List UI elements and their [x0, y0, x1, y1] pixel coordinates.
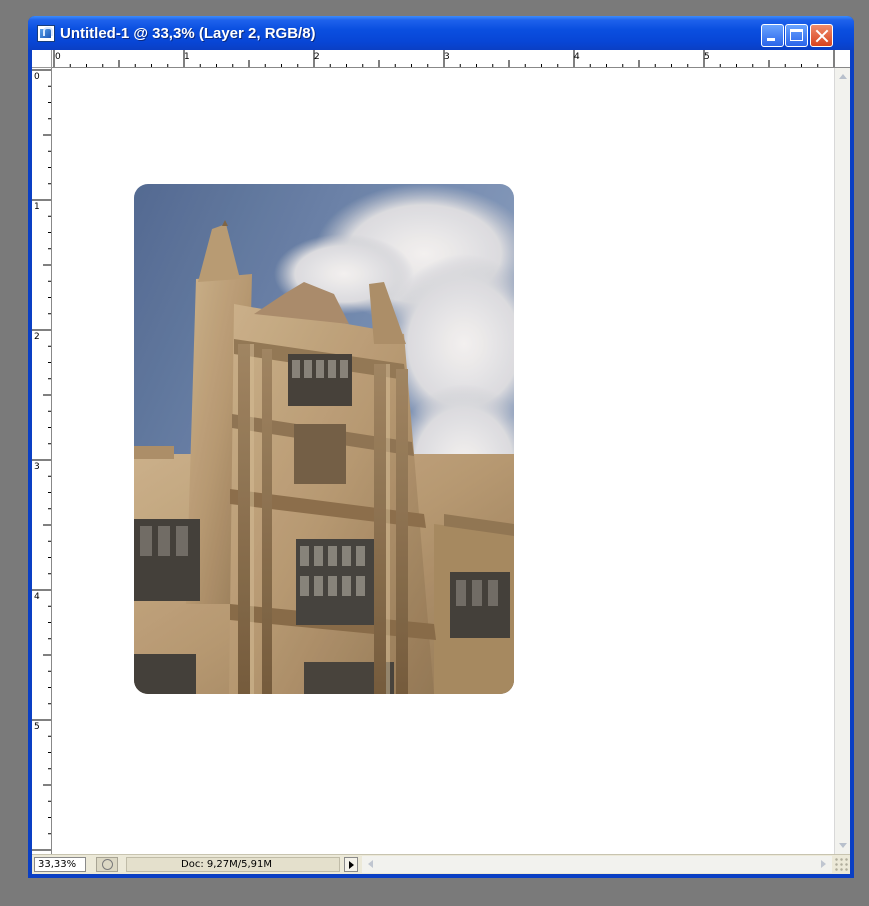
ruler-label: 1	[34, 202, 40, 212]
title-bar[interactable]: Untitled-1 @ 33,3% (Layer 2, RGB/8)	[28, 16, 854, 50]
ruler-label: 0	[34, 72, 40, 82]
ruler-label: 4	[34, 592, 40, 602]
vertical-ruler[interactable]: 0 1 2 3 4 5	[32, 68, 52, 854]
tower-photo-image	[134, 184, 514, 694]
layer-photo[interactable]	[134, 184, 514, 694]
zoom-level-field[interactable]: 33,33%	[34, 857, 86, 872]
ruler-label: 3	[34, 462, 40, 472]
status-indicator-icon[interactable]	[96, 857, 118, 872]
ruler-label: 1	[184, 52, 190, 62]
vertical-scrollbar[interactable]	[834, 68, 850, 854]
ruler-origin-corner[interactable]	[32, 50, 52, 68]
window-title: Untitled-1 @ 33,3% (Layer 2, RGB/8)	[60, 25, 316, 42]
ruler-label: 0	[55, 52, 61, 62]
status-menu-arrow-button[interactable]	[344, 857, 358, 872]
photoshop-document-icon[interactable]	[37, 25, 55, 42]
scroll-down-arrow-icon[interactable]	[836, 838, 850, 852]
ruler-label: 5	[34, 722, 40, 732]
ruler-label: 5	[704, 52, 710, 62]
ruler-label: 2	[314, 52, 320, 62]
horizontal-ruler[interactable]: 0 1 2 3 4 5	[52, 50, 850, 68]
vertical-ruler-ticks: 0 1 2 3 4 5	[32, 69, 51, 851]
document-client-area: 0 1 2 3 4 5 0 1 2 3 4 5 33,33% Doc: 9,27…	[32, 50, 850, 874]
document-window: Untitled-1 @ 33,3% (Layer 2, RGB/8) 0 1 …	[28, 16, 854, 878]
close-button[interactable]	[810, 24, 833, 47]
scroll-right-arrow-icon[interactable]	[816, 857, 830, 871]
horizontal-scrollbar[interactable]	[362, 856, 832, 873]
minimize-button[interactable]	[761, 24, 784, 47]
scroll-left-arrow-icon[interactable]	[364, 857, 378, 871]
ruler-label: 3	[444, 52, 450, 62]
document-size-info: Doc: 9,27M/5,91M	[126, 857, 340, 872]
document-canvas[interactable]	[52, 68, 834, 854]
status-bar: 33,33% Doc: 9,27M/5,91M	[32, 854, 850, 874]
ruler-label: 2	[34, 332, 40, 342]
maximize-button[interactable]	[785, 24, 808, 47]
scroll-up-arrow-icon[interactable]	[836, 70, 850, 84]
resize-grip-icon[interactable]	[834, 857, 848, 872]
horizontal-ruler-ticks: 0 1 2 3 4 5	[53, 50, 835, 67]
ruler-label: 4	[574, 52, 580, 62]
